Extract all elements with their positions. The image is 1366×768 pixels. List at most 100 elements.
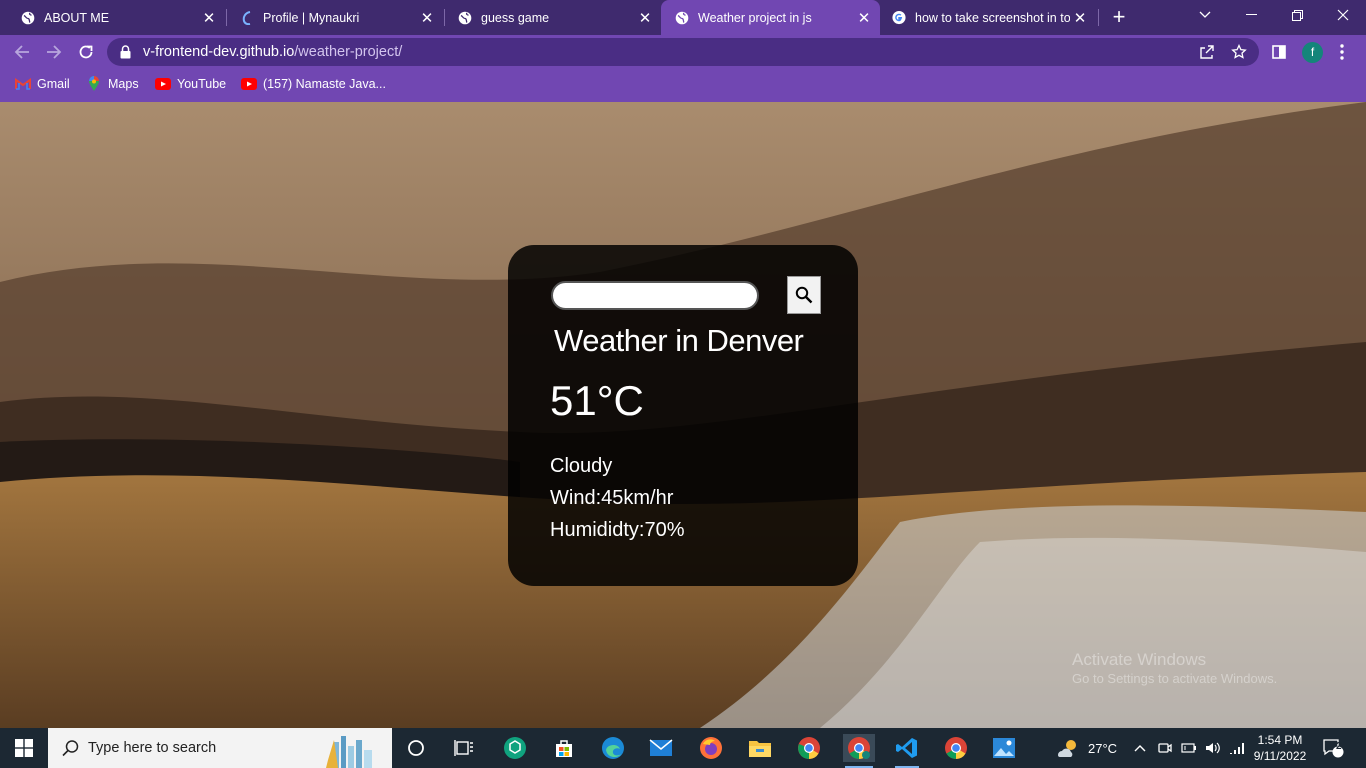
tab-profile-mynaukri[interactable]: Profile | Mynaukri ✕ bbox=[219, 0, 443, 35]
vscode-icon[interactable] bbox=[893, 734, 921, 768]
close-icon[interactable]: ✕ bbox=[417, 9, 437, 27]
partly-cloudy-icon bbox=[1058, 740, 1076, 757]
globe-icon bbox=[458, 11, 472, 25]
weather-page: Weather in Denver 51°C Cloudy Wind:45km/… bbox=[0, 102, 1366, 728]
file-explorer-icon[interactable] bbox=[746, 734, 774, 762]
minimize-icon[interactable] bbox=[1228, 0, 1274, 30]
tab-about-me[interactable]: ABOUT ME ✕ bbox=[0, 0, 225, 35]
naukri-icon bbox=[240, 10, 254, 25]
temperature: 51°C bbox=[550, 377, 644, 424]
battery-network-icon[interactable] bbox=[1181, 728, 1197, 768]
side-panel-icon[interactable] bbox=[1266, 39, 1292, 65]
weather-widget[interactable]: 27°C bbox=[1056, 728, 1117, 768]
new-tab-plus-icon[interactable]: + bbox=[1108, 6, 1130, 28]
tab-search-chevron-icon[interactable] bbox=[1182, 0, 1228, 30]
bookmark-label: Gmail bbox=[37, 77, 70, 91]
watermark-title: Activate Windows bbox=[1072, 650, 1207, 669]
tab-divider bbox=[1098, 9, 1099, 26]
show-hidden-icons[interactable] bbox=[1134, 728, 1146, 768]
chatgpt-app-icon[interactable] bbox=[501, 734, 529, 762]
clock-date: 9/11/2022 bbox=[1253, 749, 1307, 763]
gmail-icon bbox=[15, 77, 31, 91]
globe-icon bbox=[21, 11, 35, 25]
lock-icon[interactable] bbox=[120, 45, 131, 64]
system-clock[interactable]: 1:54 PM 9/11/2022 bbox=[1250, 732, 1310, 764]
bookmark-namaste-java[interactable]: (157) Namaste Java... bbox=[241, 69, 386, 99]
tab-weather-project[interactable]: Weather project in js ✕ bbox=[661, 0, 880, 35]
search-button[interactable] bbox=[787, 276, 821, 314]
reload-icon[interactable] bbox=[73, 39, 99, 65]
volume-icon[interactable] bbox=[1205, 728, 1221, 768]
notification-badge: 2 bbox=[1336, 741, 1342, 752]
taskbar-search-box[interactable]: Type here to search bbox=[48, 728, 392, 768]
url-path: /weather-project/ bbox=[294, 44, 403, 60]
windows-start-icon[interactable] bbox=[0, 728, 48, 768]
bookmark-label: YouTube bbox=[177, 77, 227, 91]
search-icon bbox=[62, 740, 79, 757]
activate-windows-watermark: Activate Windows Go to Settings to activ… bbox=[1072, 650, 1277, 688]
share-icon[interactable] bbox=[1199, 44, 1215, 60]
humidity: Humididty:70% bbox=[550, 519, 685, 541]
bookmark-label: Maps bbox=[108, 77, 139, 91]
maps-icon bbox=[86, 76, 102, 91]
close-icon[interactable]: ✕ bbox=[635, 9, 655, 27]
city-search-input[interactable] bbox=[551, 281, 759, 310]
tab-guess-game[interactable]: guess game ✕ bbox=[437, 0, 661, 35]
bookmark-maps[interactable]: Maps bbox=[86, 69, 139, 99]
url-text[interactable]: v-frontend-dev.github.io/weather-project… bbox=[143, 38, 402, 66]
tab-title: Weather project in js bbox=[698, 10, 812, 25]
clock-time: 1:54 PM bbox=[1257, 733, 1303, 747]
bookmark-gmail[interactable]: Gmail bbox=[15, 69, 70, 99]
more-menu-icon[interactable] bbox=[1336, 41, 1348, 63]
cortana-icon[interactable] bbox=[402, 734, 430, 762]
bookmarks-bar: Gmail Maps YouTube (157) Namaste Java... bbox=[0, 69, 1366, 102]
tab-title: how to take screenshot in to bbox=[915, 10, 1070, 25]
meet-now-icon[interactable] bbox=[1158, 728, 1172, 768]
profile-avatar[interactable]: f bbox=[1302, 42, 1323, 63]
youtube-icon bbox=[155, 77, 171, 91]
chevron-up-icon bbox=[1134, 745, 1146, 752]
globe-icon bbox=[675, 11, 689, 25]
watermark-subtitle: Go to Settings to activate Windows. bbox=[1072, 671, 1278, 686]
window-close-icon[interactable] bbox=[1320, 0, 1366, 30]
browser-toolbar: v-frontend-dev.github.io/weather-project… bbox=[0, 35, 1366, 69]
city-skyline-icon bbox=[326, 736, 372, 768]
tab-title: guess game bbox=[481, 10, 550, 25]
google-icon bbox=[892, 10, 906, 25]
youtube-icon bbox=[241, 77, 257, 91]
close-icon[interactable]: ✕ bbox=[1070, 9, 1090, 27]
chrome-icon[interactable] bbox=[795, 734, 823, 762]
forward-icon[interactable] bbox=[41, 39, 67, 65]
chrome-profile-icon[interactable] bbox=[843, 734, 875, 768]
close-icon[interactable]: ✕ bbox=[199, 9, 219, 27]
task-view-icon[interactable] bbox=[450, 734, 478, 762]
bookmark-youtube[interactable]: YouTube bbox=[155, 69, 226, 99]
search-icon bbox=[795, 286, 813, 304]
bookmark-label: (157) Namaste Java... bbox=[263, 77, 386, 91]
close-icon[interactable]: ✕ bbox=[854, 9, 874, 27]
microsoft-store-icon[interactable] bbox=[550, 734, 578, 762]
weather-temperature: 27°C bbox=[1088, 740, 1118, 756]
firefox-icon[interactable] bbox=[697, 734, 725, 762]
tab-title: ABOUT ME bbox=[44, 10, 110, 25]
city-heading: Weather in Denver bbox=[554, 323, 804, 358]
restore-icon[interactable] bbox=[1274, 0, 1320, 30]
bookmark-star-icon[interactable] bbox=[1231, 43, 1247, 60]
tab-google-search[interactable]: how to take screenshot in to ✕ bbox=[880, 0, 1096, 35]
wind-speed: Wind:45km/hr bbox=[550, 487, 674, 509]
url-host: v-frontend-dev.github.io bbox=[143, 44, 295, 60]
notification-center[interactable]: 2 bbox=[1322, 728, 1344, 768]
chrome-icon[interactable] bbox=[942, 734, 970, 762]
tab-strip: ABOUT ME ✕ Profile | Mynaukri ✕ guess ga… bbox=[0, 0, 1366, 35]
address-bar[interactable]: v-frontend-dev.github.io/weather-project… bbox=[107, 38, 1259, 66]
weather-card: Weather in Denver 51°C Cloudy Wind:45km/… bbox=[508, 245, 858, 586]
tab-title: Profile | Mynaukri bbox=[263, 10, 360, 25]
mail-icon[interactable] bbox=[647, 734, 675, 762]
back-icon[interactable] bbox=[9, 39, 35, 65]
wifi-icon[interactable] bbox=[1229, 728, 1245, 768]
photos-app-icon[interactable] bbox=[990, 734, 1018, 762]
weather-description: Cloudy bbox=[550, 455, 613, 477]
edge-browser-icon[interactable] bbox=[599, 734, 627, 762]
windows-taskbar: Type here to search 27°C 1:54 PM 9/11/20… bbox=[0, 728, 1366, 768]
taskbar-search-placeholder: Type here to search bbox=[88, 740, 217, 756]
